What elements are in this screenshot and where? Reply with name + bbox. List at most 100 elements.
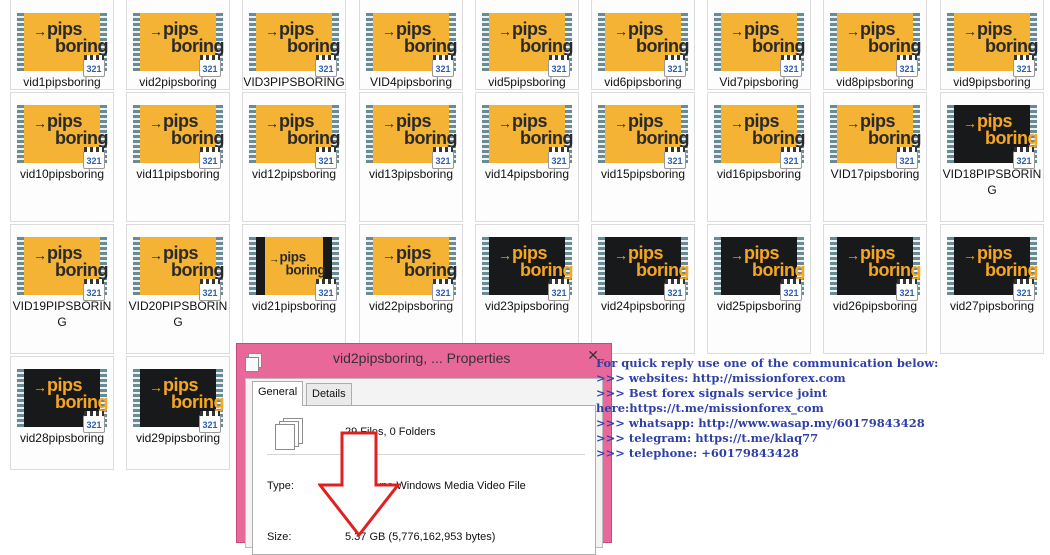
file-tile[interactable]: → pips boring 321 VID20PIPSBORING xyxy=(126,224,230,354)
file-name-label: VID3PIPSBORING xyxy=(243,75,345,89)
contact-info: For quick reply use one of the communica… xyxy=(596,356,1036,461)
badge-text: 321 xyxy=(86,288,102,298)
clapper-stripe xyxy=(200,279,220,284)
file-tile[interactable]: → pips boring 321 vid21pipsboring xyxy=(242,224,346,354)
file-tile[interactable]: → pips boring 321 vid25pipsboring xyxy=(707,224,811,354)
file-tile[interactable]: → pips boring 321 vid6pipsboring xyxy=(591,0,695,90)
clapper-stripe xyxy=(897,147,917,152)
film-strip xyxy=(366,13,373,71)
contact-line-telegram: >>> telegram: https://t.me/klaq77 xyxy=(596,431,819,445)
arrow-mark: → xyxy=(382,23,396,39)
file-tile[interactable]: → pips boring 321 vid14pipsboring xyxy=(475,92,579,222)
file-name-label: vid15pipsboring xyxy=(600,167,686,181)
tab-details[interactable]: Details xyxy=(306,383,352,405)
film-strip xyxy=(830,105,837,163)
film-strip xyxy=(133,13,140,71)
dialog-titlebar[interactable]: vid2pipsboring, ... Properties ✕ xyxy=(237,344,611,378)
arrow-mark: → xyxy=(730,115,744,131)
logo-word-bottom: boring xyxy=(636,260,690,280)
arrow-mark: → xyxy=(963,23,977,39)
logo-word-bottom: boring xyxy=(520,36,574,56)
file-tile[interactable]: → pips boring 321 VID3PIPSBORING xyxy=(242,0,346,90)
contact-line-telephone: >>> telephone: +60179843428 xyxy=(596,446,799,460)
logo-word-bottom: boring xyxy=(404,36,458,56)
file-tile[interactable]: → pips boring 321 vid27pipsboring xyxy=(940,224,1044,354)
file-tile[interactable]: → pips boring 321 vid23pipsboring xyxy=(475,224,579,354)
file-tile[interactable]: → pips boring 321 vid1pipsboring xyxy=(10,0,114,90)
file-tile[interactable]: → pips boring 321 vid10pipsboring xyxy=(10,92,114,222)
badge-text: 321 xyxy=(86,64,102,74)
file-tile[interactable]: → pips boring 321 vid15pipsboring xyxy=(591,92,695,222)
clapper-stripe xyxy=(316,55,336,60)
file-tile[interactable]: → pips boring 321 vid12pipsboring xyxy=(242,92,346,222)
clapper-stripe xyxy=(549,147,569,152)
file-tile[interactable]: → pips boring 321 vid13pipsboring xyxy=(359,92,463,222)
file-name-label: VID19PIPSBORING xyxy=(12,299,112,329)
film-strip xyxy=(830,13,837,71)
tab-general[interactable]: General xyxy=(252,381,304,406)
arrow-mark: → xyxy=(269,252,280,265)
film-strip xyxy=(249,13,256,71)
arrow-mark: → xyxy=(846,247,860,263)
contact-line: >>> Best forex signals service joint xyxy=(596,386,828,400)
arrow-mark: → xyxy=(33,247,47,263)
file-tile[interactable]: → pips boring 321 vid11pipsboring xyxy=(126,92,230,222)
file-name-label: vid23pipsboring xyxy=(484,299,570,313)
file-tile[interactable]: → pips boring 321 VID4pipsboring xyxy=(359,0,463,90)
file-tile[interactable]: → pips boring 321 vid16pipsboring xyxy=(707,92,811,222)
file-tile[interactable]: → pips boring 321 vid22pipsboring xyxy=(359,224,463,354)
badge-text: 321 xyxy=(783,288,799,298)
file-name-label: vid22pipsboring xyxy=(368,299,454,313)
badge-text: 321 xyxy=(1016,288,1032,298)
badge-text: 321 xyxy=(86,420,102,430)
logo-word-bottom: boring xyxy=(985,128,1039,148)
contact-line: For quick reply use one of the communica… xyxy=(596,356,939,370)
file-tile[interactable]: → pips boring 321 vid5pipsboring xyxy=(475,0,579,90)
file-name-label: vid5pipsboring xyxy=(488,75,566,89)
file-tile[interactable]: → pips boring 321 VID17pipsboring xyxy=(823,92,927,222)
badge-text: 321 xyxy=(899,156,915,166)
size-label: Size: xyxy=(267,531,292,543)
film-strip xyxy=(17,13,24,71)
clapper-stripe xyxy=(316,279,336,284)
arrow-mark: → xyxy=(149,379,163,395)
badge-text: 321 xyxy=(202,156,218,166)
file-tile[interactable]: → pips boring 321 VID19PIPSBORING xyxy=(10,224,114,354)
badge-text: 321 xyxy=(899,288,915,298)
logo-word-bottom: boring xyxy=(520,260,574,280)
file-tile[interactable]: → pips boring 321 vid26pipsboring xyxy=(823,224,927,354)
film-strip xyxy=(482,237,489,295)
file-tile[interactable]: → pips boring 321 vid24pipsboring xyxy=(591,224,695,354)
file-name-label: vid11pipsboring xyxy=(136,167,220,181)
arrow-mark: → xyxy=(382,115,396,131)
clapper-stripe xyxy=(1014,279,1034,284)
film-strip xyxy=(17,369,24,427)
film-strip xyxy=(714,13,721,71)
badge-text: 321 xyxy=(435,156,451,166)
arrow-mark: → xyxy=(614,247,628,263)
file-name-label: vid25pipsboring xyxy=(716,299,802,313)
logo-word-bottom: boring xyxy=(55,260,109,280)
film-strip xyxy=(482,13,489,71)
film-strip xyxy=(714,237,721,295)
clapper-stripe xyxy=(84,411,104,416)
file-tile[interactable]: → pips boring 321 vid29pipsboring xyxy=(126,356,230,470)
clapper-stripe xyxy=(84,55,104,60)
red-arrow-annotation xyxy=(318,431,400,537)
film-strip xyxy=(249,105,256,163)
file-name-label: vid29pipsboring xyxy=(135,431,221,445)
file-tile[interactable]: → pips boring 321 Vid7pipsboring xyxy=(707,0,811,90)
file-tile[interactable]: → pips boring 321 vid28pipsboring xyxy=(10,356,114,470)
clapper-stripe xyxy=(200,55,220,60)
arrow-mark: → xyxy=(149,247,163,263)
file-tile[interactable]: → pips boring 321 vid9pipsboring xyxy=(940,0,1044,90)
logo-word-bottom: boring xyxy=(636,128,690,148)
file-tile[interactable]: → pips boring 321 vid8pipsboring xyxy=(823,0,927,90)
contact-line-telegram-join: here:https://t.me/missionforex_com xyxy=(596,401,824,415)
file-tile[interactable]: → pips boring 321 VID18PIPSBORING xyxy=(940,92,1044,222)
file-tile[interactable]: → pips boring 321 vid2pipsboring xyxy=(126,0,230,90)
arrow-mark: → xyxy=(963,115,977,131)
logo-word-bottom: boring xyxy=(868,128,922,148)
logo-word-bottom: boring xyxy=(985,260,1039,280)
logo-word-bottom: boring xyxy=(985,36,1039,56)
